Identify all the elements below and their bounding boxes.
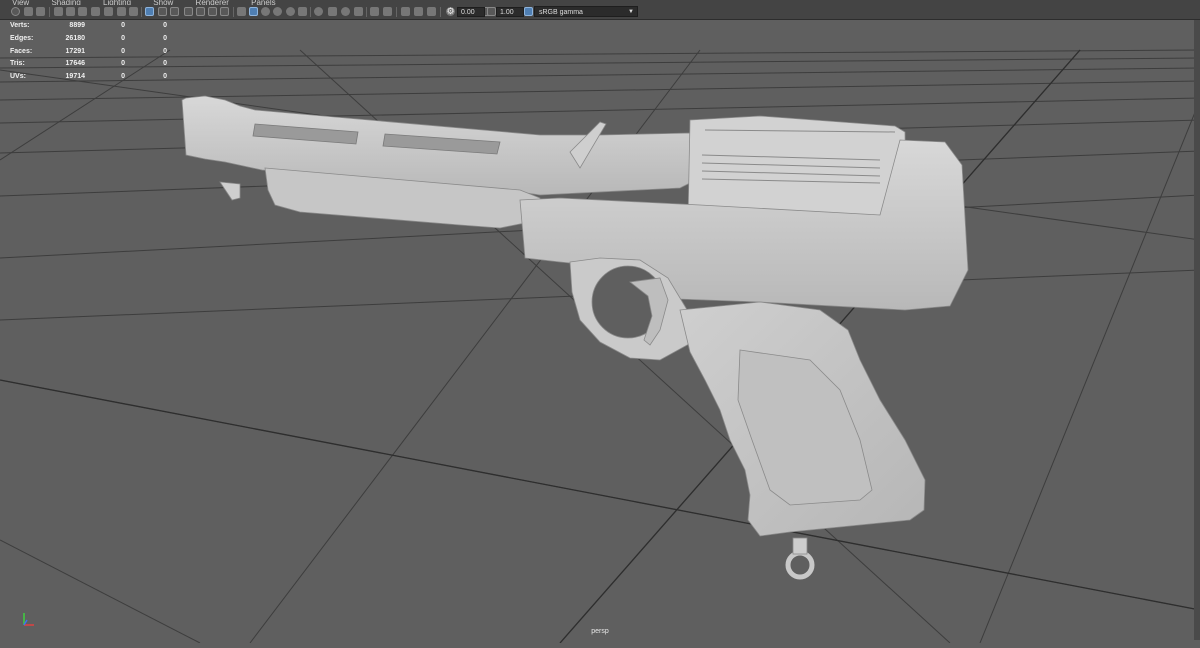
color-space-dropdown[interactable]: sRGB gamma ▼ bbox=[534, 6, 638, 17]
panel-toolbar: ⚙ 0.00 1.00 sRGB gamma ▼ bbox=[0, 5, 1200, 20]
no-textures-icon[interactable] bbox=[427, 7, 436, 16]
hud-row-verts: Verts: 8899 0 0 bbox=[10, 22, 167, 35]
resolution-gate-icon[interactable] bbox=[117, 7, 126, 16]
hud-component: 0 bbox=[163, 34, 167, 42]
xyz-axis-icon bbox=[23, 613, 34, 626]
bookmark-icon[interactable] bbox=[36, 7, 45, 16]
hud-label: Faces: bbox=[10, 47, 33, 55]
gate-mask-icon[interactable] bbox=[129, 7, 138, 16]
use-default-material-icon[interactable] bbox=[249, 7, 258, 16]
view-transform-icon[interactable] bbox=[524, 7, 533, 16]
pistol-model bbox=[181, 95, 969, 580]
hud-row-faces: Faces: 17291 0 0 bbox=[10, 48, 167, 61]
hud-value: 8899 bbox=[69, 22, 85, 29]
color-space-label: sRGB gamma bbox=[539, 9, 583, 16]
safe-title-icon[interactable] bbox=[170, 7, 179, 16]
2d-pan-zoom-icon[interactable] bbox=[66, 7, 75, 16]
image-plane-icon[interactable] bbox=[54, 7, 63, 16]
hud-selected: 0 bbox=[121, 34, 125, 42]
isolate-select-icon[interactable] bbox=[370, 7, 379, 16]
camera-lock-icon[interactable] bbox=[91, 7, 100, 16]
hud-row-uvs: UVs: 19714 0 0 bbox=[10, 73, 167, 86]
select-camera-icon[interactable] bbox=[11, 7, 20, 16]
hud-selected: 0 bbox=[121, 60, 125, 68]
viewport-edge-strip bbox=[1194, 20, 1200, 640]
hud-label: Edges: bbox=[10, 34, 34, 42]
grid-axis-x bbox=[0, 379, 1200, 611]
hud-component: 0 bbox=[163, 47, 167, 55]
lighting-icon[interactable] bbox=[273, 7, 282, 16]
hud-value: 17646 bbox=[65, 60, 85, 68]
hud-selected: 0 bbox=[121, 47, 125, 55]
pan-zoom-icon[interactable] bbox=[184, 7, 193, 16]
hud-row-edges: Edges: 26180 0 0 bbox=[10, 35, 167, 48]
hud-row-tris: Tris: 17646 0 0 bbox=[10, 60, 167, 73]
hud-label: UVs: bbox=[10, 73, 26, 81]
front-sight bbox=[219, 181, 241, 201]
frame-selected-icon[interactable] bbox=[414, 7, 423, 16]
viewport-persp[interactable] bbox=[0, 20, 1200, 644]
screen-space-ao-icon[interactable] bbox=[314, 7, 323, 16]
multisample-aa-icon[interactable] bbox=[341, 7, 350, 16]
wireframe-on-shaded-icon[interactable] bbox=[237, 7, 246, 16]
hud-value: 17291 bbox=[65, 47, 85, 55]
hud-selected: 0 bbox=[121, 22, 125, 29]
hud-component: 0 bbox=[163, 60, 167, 68]
motion-blur-icon[interactable] bbox=[328, 7, 337, 16]
gamma-field[interactable]: 1.00 bbox=[496, 7, 524, 17]
grid-toggle-icon[interactable] bbox=[196, 7, 205, 16]
wireframe-icon[interactable] bbox=[208, 7, 217, 16]
hud-component: 0 bbox=[163, 22, 167, 29]
poly-count-hud: Verts: 8899 0 0 Edges: 26180 0 0 Faces: … bbox=[10, 22, 167, 86]
shadows-icon[interactable] bbox=[286, 7, 295, 16]
camera-attributes-icon[interactable] bbox=[24, 7, 33, 16]
depth-of-field-icon[interactable] bbox=[354, 7, 363, 16]
gamma-icon[interactable] bbox=[487, 7, 496, 16]
grease-pencil-icon[interactable] bbox=[78, 7, 87, 16]
film-gate-icon[interactable] bbox=[104, 7, 113, 16]
frame-all-icon[interactable] bbox=[401, 7, 410, 16]
hud-label: Tris: bbox=[10, 60, 25, 68]
hud-value: 26180 bbox=[65, 34, 85, 42]
smooth-shade-icon[interactable] bbox=[220, 7, 229, 16]
hud-selected: 0 bbox=[121, 73, 125, 81]
exposure-field[interactable]: 0.00 bbox=[457, 7, 485, 17]
chevron-down-icon: ▼ bbox=[628, 9, 634, 15]
hud-component: 0 bbox=[163, 73, 167, 81]
gear-icon[interactable]: ⚙ bbox=[446, 7, 455, 16]
field-chart-icon[interactable] bbox=[145, 7, 154, 16]
hud-value: 19714 bbox=[65, 73, 85, 81]
camera-name-label: persp bbox=[591, 628, 609, 635]
viewport-canvas[interactable] bbox=[0, 20, 1200, 644]
xray-icon[interactable] bbox=[298, 7, 307, 16]
safe-action-icon[interactable] bbox=[158, 7, 167, 16]
xray-joints-icon[interactable] bbox=[383, 7, 392, 16]
hud-label: Verts: bbox=[10, 22, 30, 29]
textured-icon[interactable] bbox=[261, 7, 270, 16]
